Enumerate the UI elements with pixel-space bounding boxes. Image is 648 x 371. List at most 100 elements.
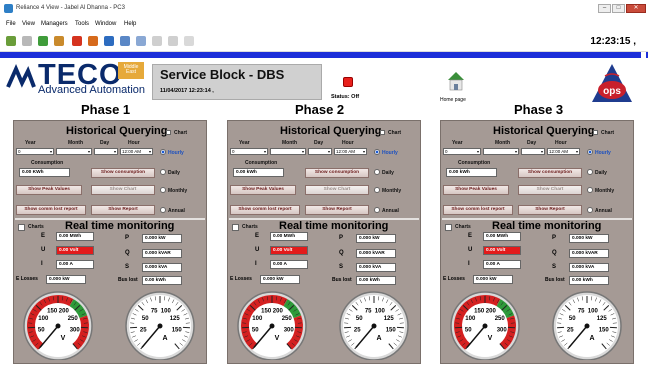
annual-radio[interactable] [374, 207, 380, 213]
charts-checkbox[interactable] [232, 224, 239, 231]
gauge-tick-label: 75 [578, 309, 585, 315]
toolbar-icon-9[interactable] [136, 36, 146, 46]
show-chart-button[interactable]: Show Chart [305, 185, 369, 195]
monthly-radio[interactable] [160, 187, 166, 193]
menu-tools[interactable]: Tools [75, 21, 89, 27]
annual-radio[interactable] [160, 207, 166, 213]
show-chart-button[interactable]: Show Chart [518, 185, 582, 195]
hour-select[interactable]: 12:00 AM [334, 148, 367, 155]
month-select[interactable] [270, 148, 306, 155]
show-comm-lost-report-button[interactable]: Show comm lost report [230, 205, 300, 215]
monthly-label: Monthly [168, 188, 188, 194]
daily-label: Daily [168, 170, 180, 176]
hour-label: Hour [555, 140, 567, 146]
hourly-radio[interactable] [374, 149, 380, 155]
gauge-unit-label: V [61, 335, 66, 342]
show-comm-lost-report-button[interactable]: Show comm lost report [443, 205, 513, 215]
show-report-button[interactable]: Show Report [91, 205, 155, 215]
menu-help[interactable]: Help [124, 21, 136, 27]
toolbar-icon-8[interactable] [120, 36, 130, 46]
toolbar-icon-2[interactable] [22, 36, 32, 46]
monthly-radio[interactable] [374, 187, 380, 193]
label-u: U [468, 247, 473, 253]
value-s: 0.000 kVA [569, 263, 609, 272]
daily-radio[interactable] [160, 169, 166, 175]
year-select[interactable]: 0 [16, 148, 54, 155]
charts-checkbox[interactable] [18, 224, 25, 231]
hourly-radio[interactable] [160, 149, 166, 155]
toolbar-icon-12[interactable] [184, 36, 194, 46]
gauge-tick-label: 50 [38, 327, 45, 333]
annual-radio[interactable] [587, 207, 593, 213]
accent-bar [0, 52, 648, 58]
label-e: E [41, 233, 46, 239]
chart-checkbox[interactable] [380, 130, 385, 135]
monthly-radio[interactable] [587, 187, 593, 193]
toolbar-icon-6[interactable] [88, 36, 98, 46]
gauge-tick-label: 125 [170, 316, 181, 322]
chart-checkbox[interactable] [593, 130, 598, 135]
show-consumption-button[interactable]: Show consumption [518, 168, 582, 178]
toolbar-icon-10[interactable] [152, 36, 162, 46]
home-page-link[interactable]: Home page [440, 97, 466, 103]
gauge-tick-label: 200 [273, 309, 284, 315]
teco-logo-icon [6, 64, 36, 88]
year-select[interactable]: 0 [443, 148, 481, 155]
daily-radio[interactable] [587, 169, 593, 175]
charts-checkbox[interactable] [445, 224, 452, 231]
toolbar-icon-4[interactable] [54, 36, 64, 46]
realtime-monitoring-title: Real time monitoring [492, 220, 602, 232]
value-e: 0.00 MWh [270, 232, 308, 241]
menu-managers[interactable]: Managers [41, 21, 68, 27]
show-consumption-button[interactable]: Show consumption [91, 168, 155, 178]
toolbar-icon-11[interactable] [168, 36, 178, 46]
logo-badge: Middle East [118, 62, 144, 79]
menu-window[interactable]: Window [95, 21, 116, 27]
gauge-tick-label: 100 [588, 309, 599, 315]
show-peak-values-button[interactable]: Show Peak Values [16, 185, 82, 195]
toolbar-icon-5[interactable] [72, 36, 82, 46]
label-e: E [468, 233, 473, 239]
month-select[interactable] [483, 148, 519, 155]
menu-view[interactable]: View [22, 21, 35, 27]
phase-title: Phase 3 [514, 102, 564, 117]
month-label: Month [282, 140, 297, 146]
day-select[interactable] [521, 148, 545, 155]
ops-logo: ops [592, 64, 632, 102]
home-icon[interactable] [447, 70, 465, 92]
month-select[interactable] [56, 148, 92, 155]
value-bus-lost: 0.00 kWh [569, 276, 609, 285]
consumption-label: Consumption [458, 160, 491, 166]
year-label: Year [452, 140, 463, 146]
day-select[interactable] [308, 148, 332, 155]
header-datetime: 11/04/2017 12:23:14 , [160, 88, 214, 94]
daily-radio[interactable] [374, 169, 380, 175]
show-chart-button[interactable]: Show Chart [91, 185, 155, 195]
year-select[interactable]: 0 [230, 148, 268, 155]
day-select[interactable] [94, 148, 118, 155]
month-label: Month [68, 140, 83, 146]
gauge-tick-label: 250 [495, 316, 506, 322]
minimize-button[interactable]: – [598, 4, 611, 13]
close-button[interactable]: ✕ [626, 4, 646, 13]
hour-select[interactable]: 12:00 AM [547, 148, 580, 155]
show-report-button[interactable]: Show Report [305, 205, 369, 215]
label-i: I [468, 261, 470, 267]
phase-title: Phase 1 [81, 102, 131, 117]
voltage-gauge: 50 100150 200250 300 V [23, 291, 93, 360]
toolbar-icon-1[interactable] [6, 36, 16, 46]
show-consumption-button[interactable]: Show consumption [305, 168, 369, 178]
chart-checkbox[interactable] [166, 130, 171, 135]
show-peak-values-button[interactable]: Show Peak Values [443, 185, 509, 195]
toolbar-icon-3[interactable] [38, 36, 48, 46]
hour-select[interactable]: 12:00 AM [120, 148, 153, 155]
gauge-tick-label: 25 [354, 327, 361, 333]
maximize-button[interactable]: □ [612, 4, 625, 13]
show-comm-lost-report-button[interactable]: Show comm lost report [16, 205, 86, 215]
hourly-radio[interactable] [587, 149, 593, 155]
show-report-button[interactable]: Show Report [518, 205, 582, 215]
show-peak-values-button[interactable]: Show Peak Values [230, 185, 296, 195]
menu-file[interactable]: File [6, 21, 16, 27]
label-u: U [255, 247, 260, 253]
toolbar-icon-7[interactable] [104, 36, 114, 46]
